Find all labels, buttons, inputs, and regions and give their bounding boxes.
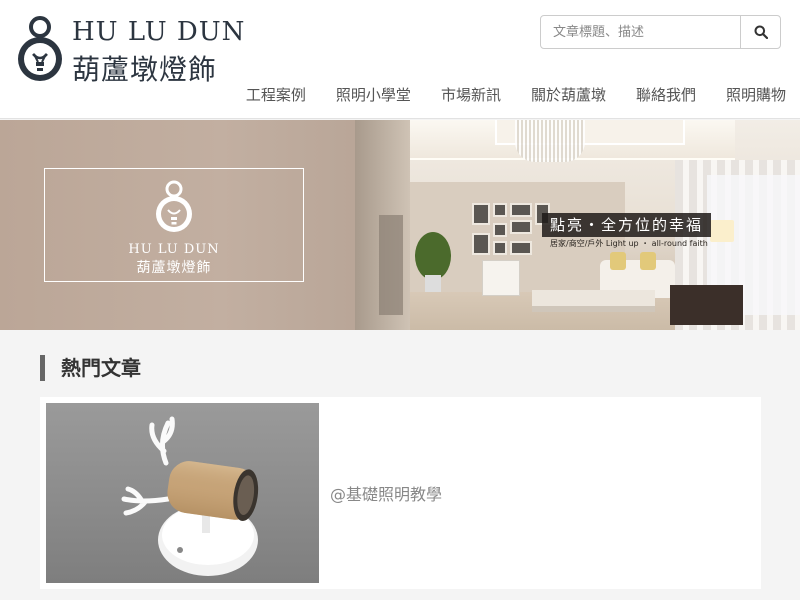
light-bulb-logo-icon xyxy=(156,180,192,232)
wall-frames xyxy=(472,203,550,255)
site-logo[interactable]: HU LU DUN 葫蘆墩燈飾 xyxy=(14,14,264,86)
section-title-popular: 熱門文章 xyxy=(40,355,141,381)
light-bulb-logo-icon xyxy=(18,16,62,81)
banner-tagline-sub: 居家/商空/戶外 Light up ・ all-round faith xyxy=(550,239,708,248)
nav-item-market-news[interactable]: 市場新訊 xyxy=(441,84,501,105)
lamp-image xyxy=(710,220,734,242)
site-header: HU LU DUN 葫蘆墩燈飾 工程案例 照明小學堂 市場新訊 關於葫蘆墩 聯絡… xyxy=(0,0,800,119)
article-card[interactable]: @基礎照明教學 xyxy=(40,397,761,589)
chandelier-image xyxy=(515,120,585,162)
search-input[interactable] xyxy=(540,15,741,49)
nav-item-about[interactable]: 關於葫蘆墩 xyxy=(531,84,606,105)
plant-image xyxy=(415,232,451,280)
banner-logo-box: HU LU DUN 葫蘆墩燈飾 xyxy=(44,168,304,282)
nav-item-lighting-school[interactable]: 照明小學堂 xyxy=(336,84,411,105)
coffee-table-image xyxy=(532,290,655,312)
side-table-image xyxy=(670,285,743,325)
search-button[interactable] xyxy=(740,15,781,49)
cushion-image xyxy=(640,252,656,270)
article-title[interactable]: @基礎照明教學 xyxy=(330,481,442,505)
plant-pot xyxy=(425,275,441,293)
chair-image xyxy=(482,260,520,296)
banner-brand-en: HU LU DUN xyxy=(128,242,220,257)
nav-item-shop[interactable]: 照明購物 xyxy=(726,84,786,105)
nav-item-contact[interactable]: 聯絡我們 xyxy=(636,84,696,105)
main-nav: 工程案例 照明小學堂 市場新訊 關於葫蘆墩 聯絡我們 照明購物 xyxy=(216,84,786,105)
brand-name-en: HU LU DUN xyxy=(72,17,246,47)
search-icon xyxy=(754,25,768,39)
article-thumbnail[interactable] xyxy=(46,403,319,583)
nav-item-projects[interactable]: 工程案例 xyxy=(246,84,306,105)
search-form xyxy=(540,15,781,49)
brand-name-zh: 葫蘆墩燈飾 xyxy=(72,53,218,86)
banner-tagline: 點亮・全方位的幸福 xyxy=(542,213,712,237)
wall-lamp-photo xyxy=(121,416,259,576)
banner-brand-zh: 葫蘆墩燈飾 xyxy=(136,260,212,276)
cushion-image xyxy=(610,252,626,270)
hero-banner: HU LU DUN 葫蘆墩燈飾 點亮・全方位的幸福 居家/商空/戶外 Light… xyxy=(0,120,800,330)
banner-shelf xyxy=(379,215,403,315)
